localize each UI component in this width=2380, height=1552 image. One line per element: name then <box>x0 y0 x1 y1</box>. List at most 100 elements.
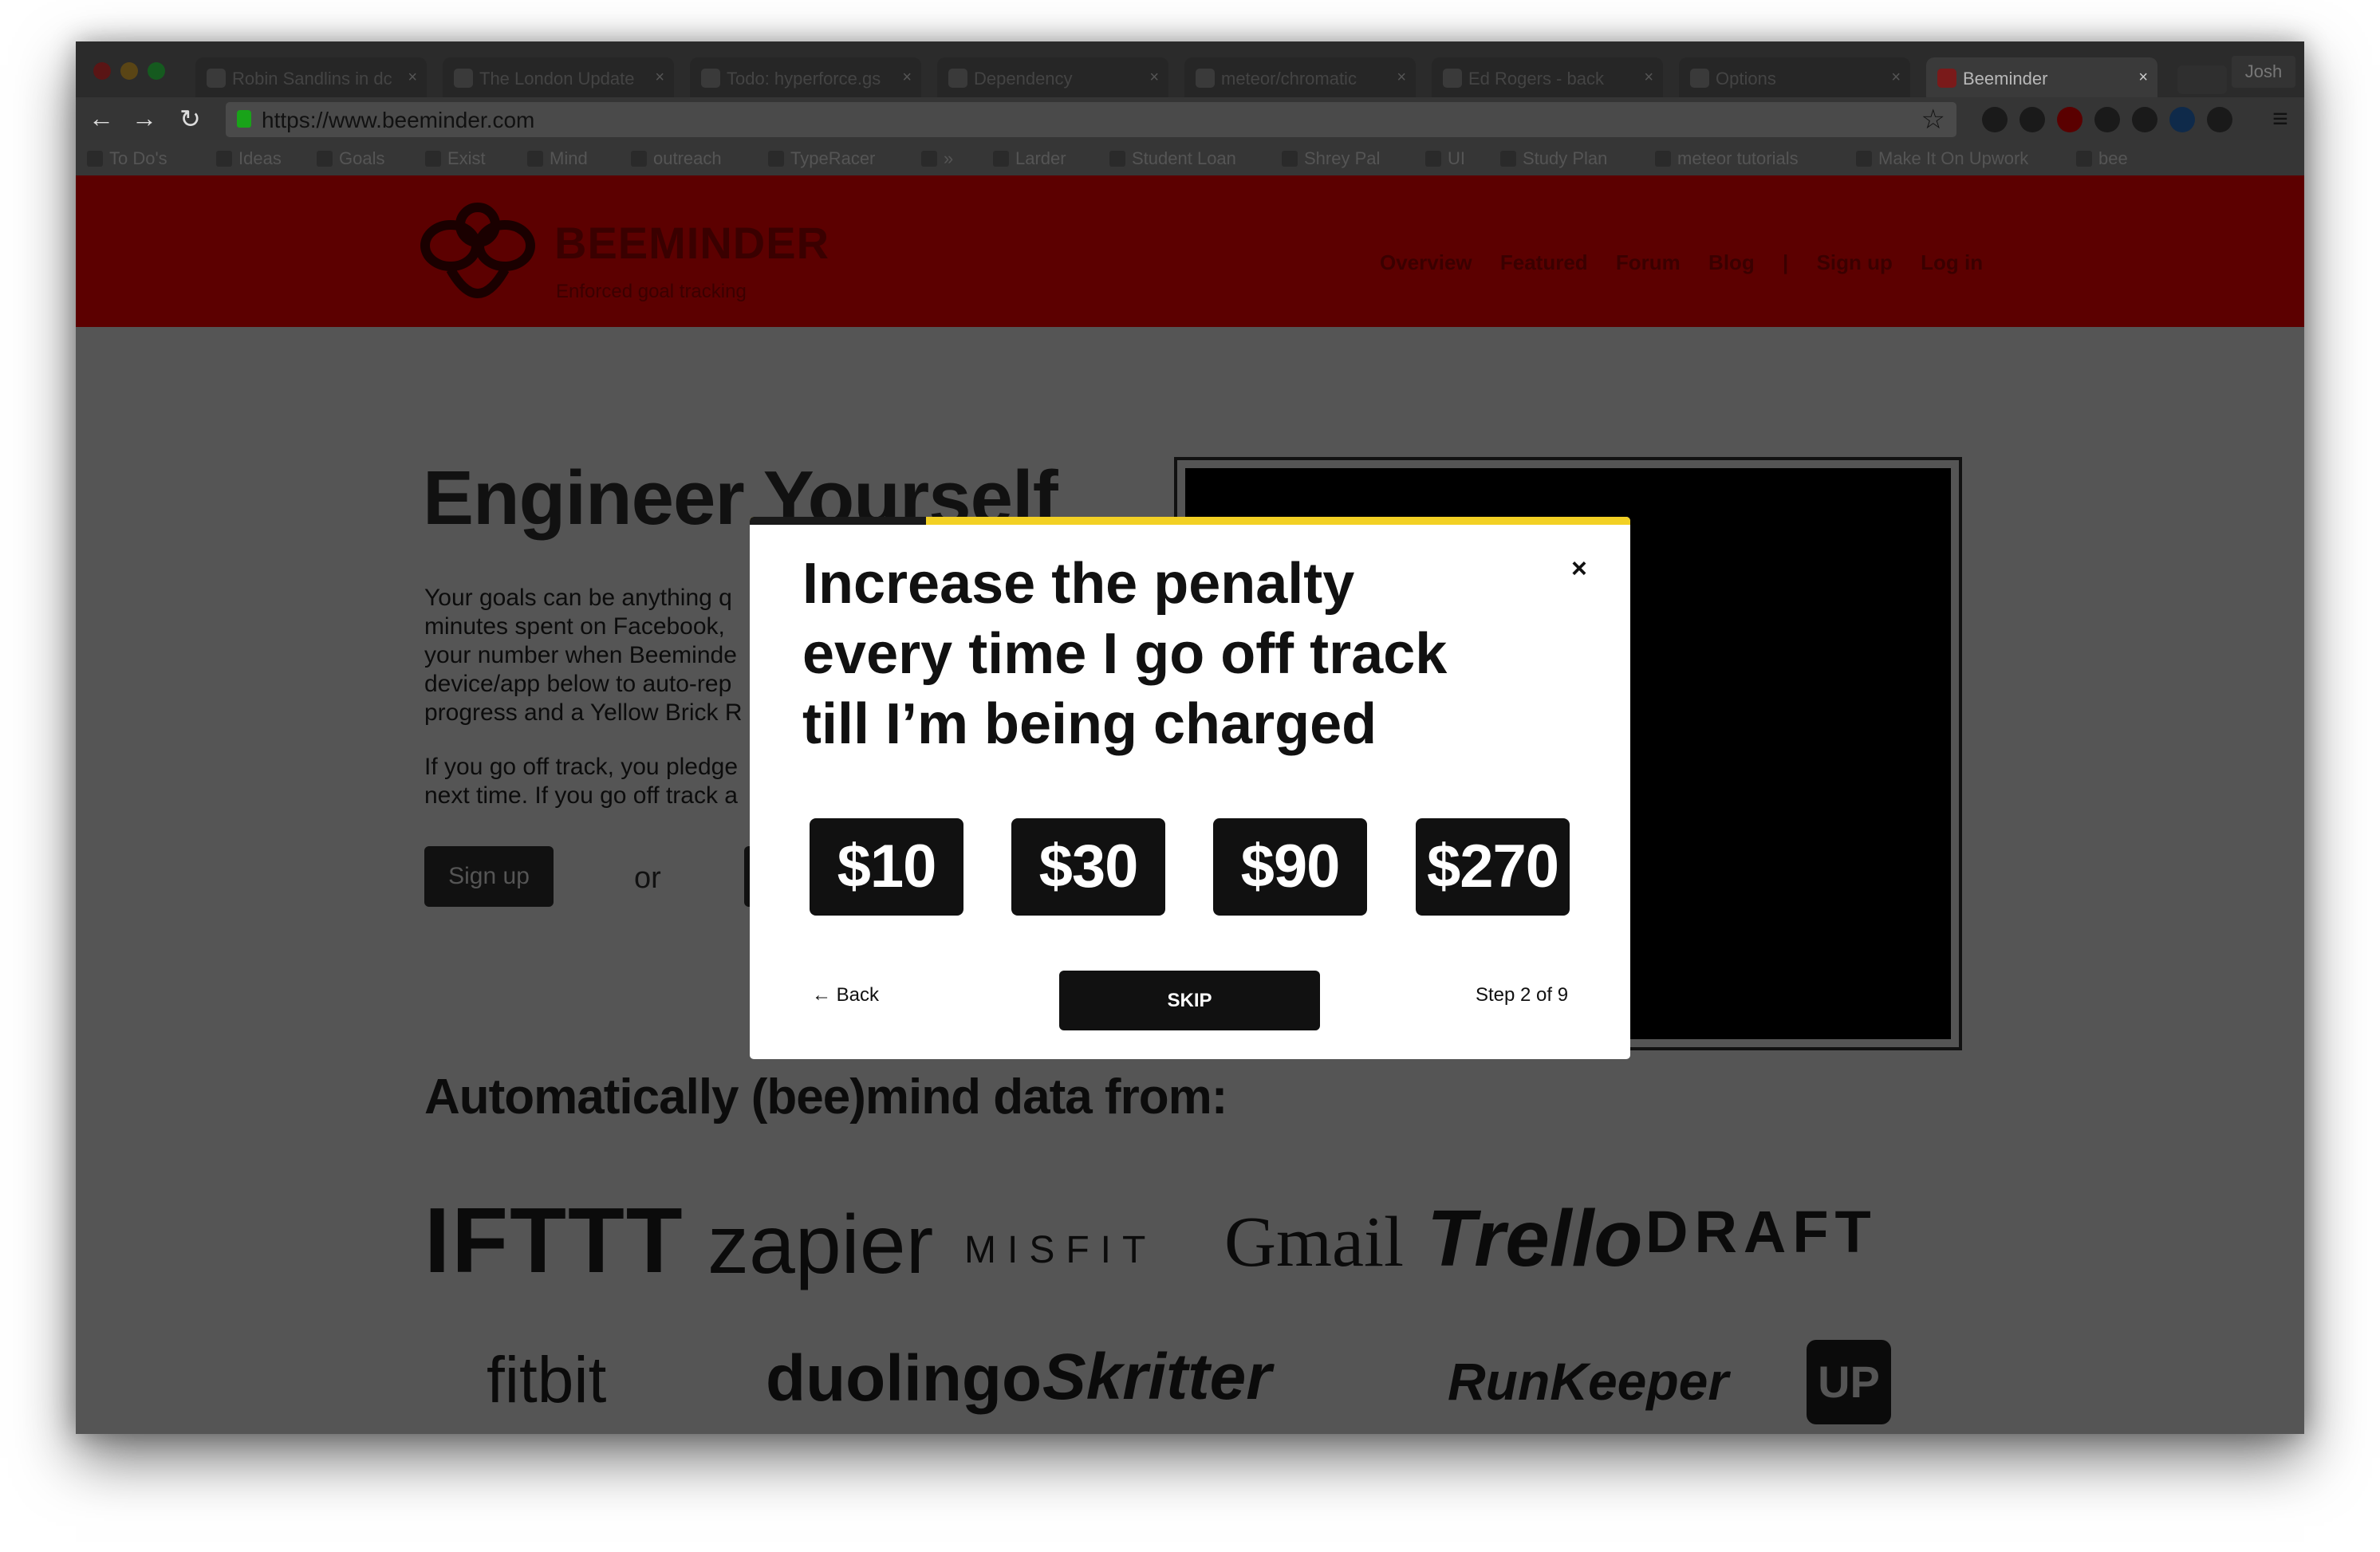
or-label: or <box>634 861 661 895</box>
title-line: Increase the penalty <box>802 552 1355 616</box>
browser-tab[interactable]: Dependency × <box>937 57 1168 97</box>
url-text[interactable]: https://www.beeminder.com <box>262 108 534 133</box>
reload-icon[interactable]: ↻ <box>179 104 201 134</box>
bookmark-item[interactable]: Study Plan <box>1500 148 1607 169</box>
nav-overview[interactable]: Overview <box>1380 250 1472 274</box>
trello-icon <box>216 151 232 167</box>
bookmark-folder[interactable]: outreach <box>631 148 722 169</box>
back-link[interactable]: ← Back <box>812 984 879 1006</box>
tab-strip: Robin Sandlins in dc × The London Update ×… <box>76 41 2304 97</box>
close-icon[interactable]: × <box>1571 553 1587 585</box>
runkeeper-logo: RunKeeper <box>1448 1352 1729 1411</box>
bookmark-item[interactable]: Make It On Upwork <box>1856 148 2028 169</box>
bookmark-item[interactable]: Student Loan <box>1109 148 1236 169</box>
bookmark-item[interactable]: TypeRacer <box>768 148 875 169</box>
address-bar[interactable]: https://www.beeminder.com ☆ <box>226 102 1956 137</box>
modal-title: Increase the penalty every time I go off… <box>802 549 1520 759</box>
bookmark-item[interactable]: Exist <box>425 148 486 169</box>
skip-button[interactable]: SKIP <box>1059 971 1320 1030</box>
browser-window: Robin Sandlins in dc × The London Update ×… <box>76 41 2304 1434</box>
progress-fill <box>750 517 926 525</box>
penalty-option-10[interactable]: $10 <box>810 818 963 916</box>
gmail-logo: Gmail <box>1224 1203 1404 1282</box>
extension-icon[interactable] <box>2019 107 2045 132</box>
browser-tab[interactable]: Todo: hyperforce.gs × <box>690 57 921 97</box>
step-counter: Step 2 of 9 <box>1476 984 1569 1006</box>
tab-favicon-icon <box>454 69 473 88</box>
integrations-heading: Automatically (bee)mind data from: <box>424 1069 1227 1125</box>
nav-blog[interactable]: Blog <box>1708 250 1755 274</box>
bookmark-icon <box>1282 151 1298 167</box>
menu-icon[interactable]: ≡ <box>2272 104 2288 135</box>
beeminder-icon <box>317 151 333 167</box>
title-line: every time I go off track <box>802 622 1448 686</box>
bookmark-item[interactable]: » <box>921 148 953 169</box>
bookmark-star-icon[interactable]: ☆ <box>1921 104 1945 136</box>
bookmark-label: Study Plan <box>1523 148 1608 168</box>
bookmark-icon <box>1425 151 1441 167</box>
bookmark-label: Exist <box>447 148 486 168</box>
bookmark-item[interactable]: Goals <box>317 148 384 169</box>
back-arrow-icon[interactable]: ← <box>89 104 114 133</box>
tab-close-icon[interactable]: × <box>2138 69 2148 87</box>
camera-extension-icon[interactable] <box>2169 107 2195 132</box>
bookmark-label: Student Loan <box>1132 148 1236 168</box>
mail-extension-icon[interactable] <box>1982 107 2008 132</box>
code-extension-icon[interactable] <box>2207 107 2232 132</box>
penalty-option-30[interactable]: $30 <box>1011 818 1165 916</box>
bookmark-label: To Do's <box>109 148 167 168</box>
tab-close-icon[interactable]: × <box>408 69 417 87</box>
nav-sign-up[interactable]: Sign up <box>1817 250 1893 274</box>
bookmark-item[interactable]: Larder <box>993 148 1066 169</box>
browser-tab[interactable]: Robin Sandlins in dc × <box>195 57 427 97</box>
tab-favicon-icon <box>1443 69 1462 88</box>
tab-label: Ed Rogers - back <box>1468 69 1604 89</box>
tab-favicon-icon <box>1196 69 1215 88</box>
tab-label: Robin Sandlins in dc <box>232 69 392 89</box>
tab-close-icon[interactable]: × <box>1891 69 1901 87</box>
tab-close-icon[interactable]: × <box>1149 69 1159 87</box>
maximize-window-button[interactable] <box>148 62 165 80</box>
bookmark-label: meteor tutorials <box>1677 148 1799 168</box>
penalty-option-90[interactable]: $90 <box>1213 818 1367 916</box>
tab-close-icon[interactable]: × <box>902 69 912 87</box>
bookmark-item[interactable]: Ideas <box>216 148 282 169</box>
forward-arrow-icon[interactable]: → <box>132 104 157 133</box>
nav-forum[interactable]: Forum <box>1616 250 1681 274</box>
extension-icon[interactable] <box>2132 107 2157 132</box>
bookmark-folder[interactable]: bee <box>2076 148 2128 169</box>
browser-tab[interactable]: The London Update × <box>443 57 674 97</box>
minimize-window-button[interactable] <box>120 62 138 80</box>
beeminder-favicon-icon <box>1937 69 1956 88</box>
brand-name[interactable]: BEEMINDER <box>554 217 829 269</box>
bookmark-icon <box>1500 151 1516 167</box>
browser-tab[interactable]: Ed Rogers - back × <box>1432 57 1663 97</box>
browser-tab[interactable]: Options × <box>1679 57 1910 97</box>
bookmark-item[interactable]: Mind <box>527 148 588 169</box>
profile-button[interactable]: Josh <box>2232 56 2295 88</box>
tab-close-icon[interactable]: × <box>1644 69 1653 87</box>
tab-close-icon[interactable]: × <box>1397 69 1406 87</box>
ux-extension-icon[interactable] <box>2094 107 2120 132</box>
tab-favicon-icon <box>701 69 720 88</box>
progress-track <box>750 517 1630 525</box>
close-window-button[interactable] <box>93 62 111 80</box>
bookmark-item[interactable]: To Do's <box>87 148 167 169</box>
new-tab-button[interactable] <box>2177 65 2227 94</box>
bookmark-label: bee <box>2098 148 2128 168</box>
beeminder-logo-icon[interactable] <box>419 198 537 309</box>
page-icon <box>921 151 937 167</box>
extension-icon[interactable] <box>2057 107 2082 132</box>
bookmark-folder[interactable]: meteor tutorials <box>1655 148 1799 169</box>
nav-log-in[interactable]: Log in <box>1921 250 1983 274</box>
penalty-option-270[interactable]: $270 <box>1416 818 1570 916</box>
nav-featured[interactable]: Featured <box>1500 250 1588 274</box>
sign-up-button[interactable]: Sign up <box>424 846 554 907</box>
tab-close-icon[interactable]: × <box>655 69 664 87</box>
bookmark-item[interactable]: Shrey Pal <box>1282 148 1380 169</box>
bookmark-item[interactable]: UI <box>1425 148 1465 169</box>
browser-tab[interactable]: meteor/chromatic × <box>1184 57 1416 97</box>
bookmark-icon <box>1856 151 1872 167</box>
tab-favicon-icon <box>207 69 226 88</box>
browser-tab-active[interactable]: Beeminder × <box>1926 57 2157 97</box>
